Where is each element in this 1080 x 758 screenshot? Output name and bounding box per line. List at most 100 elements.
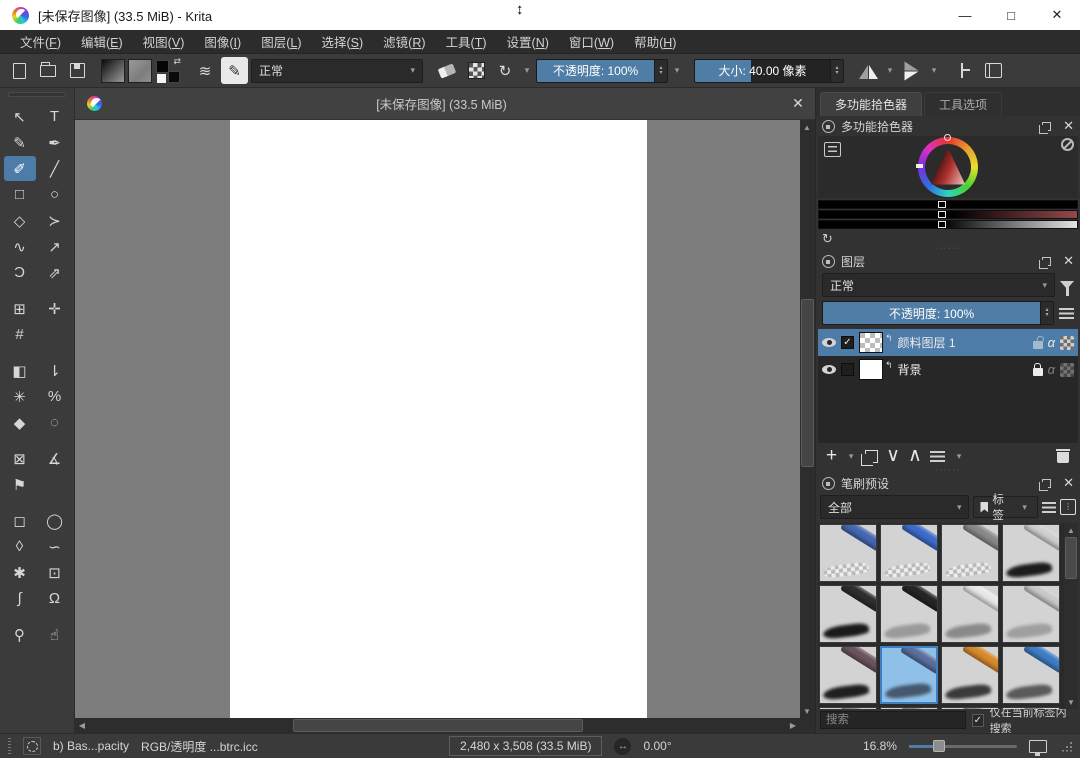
edit-brush-settings-button[interactable]: ✎ [221,57,248,84]
horizontal-scroll-thumb[interactable] [293,719,583,732]
canvas-page[interactable] [230,120,647,718]
brush-preset-fine-pen[interactable] [941,585,999,643]
canvas-rotation-icon[interactable]: ↔ [614,738,631,755]
eraser-mode-button[interactable] [434,58,460,84]
opacity-dropdown-arrow[interactable]: ▾ [671,65,683,76]
add-layer-dropdown-arrow[interactable]: ▾ [845,451,857,462]
tool-enclose-fill[interactable]: ◌ [39,410,71,435]
float-docker-icon[interactable] [1042,122,1051,131]
tool-bezier-select[interactable]: ∫ [4,586,36,611]
tab-tool-options[interactable]: 工具选项 [924,92,1002,116]
menu-item-select[interactable]: 选择(S) [311,30,373,53]
trim-to-image-button[interactable] [951,58,977,84]
tool-ellipse[interactable]: ○ [39,182,71,207]
tag-button[interactable]: 标签 ▾ [973,496,1037,518]
tool-rect-select[interactable]: ◻ [4,508,36,533]
menu-item-image[interactable]: 图像(I) [194,30,251,53]
canvas-only-mode-icon[interactable] [1029,740,1047,753]
preset-display-menu-icon[interactable] [1042,502,1057,513]
tool-polygon[interactable]: ◇ [4,208,36,233]
layer-properties-button[interactable] [930,451,945,462]
pattern-chooser-button[interactable] [128,59,152,83]
preset-scrollbar[interactable]: ▲ ▼ [1064,523,1078,709]
mirror-horizontal-button[interactable] [855,58,881,84]
tool-magnetic-select[interactable]: Ω [39,586,71,611]
layer-locked-icon[interactable] [1033,368,1043,376]
layer-opacity-slider[interactable]: 不透明度: 100% ▴▾ [822,301,1054,325]
tool-contiguous-select[interactable]: ✱ [4,560,36,585]
maximize-button[interactable]: □ [988,0,1034,30]
scroll-left-arrow[interactable]: ◀ [75,719,89,733]
tool-move[interactable]: ✛ [39,296,71,321]
color-selector-settings-icon[interactable] [824,142,841,157]
brush-preset-pencil-blue[interactable] [1002,646,1060,704]
docker-lock-icon[interactable] [822,477,835,490]
canvas-horizontal-scrollbar[interactable]: ◀ ▶ [75,718,800,733]
canvas-vertical-scrollbar[interactable]: ▲ ▼ [800,120,815,718]
choose-brush-preset-button[interactable]: ≋ [192,58,218,84]
brush-size-slider[interactable]: 大小: 40.00 像素 ▴▾ [694,59,844,83]
layer-filter-icon[interactable] [1060,281,1074,289]
tool-similar-select[interactable]: ⊡ [39,560,71,585]
open-document-button[interactable] [35,58,61,84]
preset-scroll-thumb[interactable] [1065,537,1077,579]
reload-original-preset-button[interactable]: ↻ [492,58,518,84]
tool-color-sampler[interactable]: ⇂ [39,358,71,383]
document-close-button[interactable]: ✕ [781,95,815,112]
tool-freehand-path[interactable]: ↗ [39,234,71,259]
reload-dropdown-arrow[interactable]: ▾ [521,65,533,76]
brush-preset-eraser-block[interactable] [819,524,877,582]
preset-search-input[interactable] [820,711,966,729]
tool-smart-patch[interactable]: ✳ [4,384,36,409]
layer-name[interactable]: 颜料图层 1 [898,334,1028,351]
layer-properties-dropdown-arrow[interactable]: ▾ [953,451,965,462]
tool-rectangle[interactable]: □ [4,182,36,207]
opacity-slider[interactable]: 不透明度: 100% ▴▾ [536,59,668,83]
tool-crop[interactable]: # [4,322,36,347]
layer-name[interactable]: 背景 [898,361,1028,378]
alpha-lock-icon[interactable]: α [1048,362,1055,377]
tool-freehand-brush[interactable]: ✐ [4,156,36,181]
delete-layer-button[interactable] [1056,449,1070,463]
tool-polyline[interactable]: ≻ [39,208,71,233]
close-docker-icon[interactable]: ✕ [1063,253,1074,269]
tool-gradient[interactable]: ◧ [4,358,36,383]
color-profile-label[interactable]: RGB/透明度 ...btrc.icc [141,738,258,755]
brush-preset-preset-16[interactable] [1002,707,1060,709]
layer-checkbox[interactable] [841,363,854,376]
tool-select-shapes[interactable]: ↖ [4,104,36,129]
canvas-viewport[interactable] [75,120,800,718]
current-brush-name[interactable]: b) Bas...pacity [53,739,129,753]
layer-thumbnail[interactable] [859,359,883,380]
layer-visibility-icon[interactable] [822,338,836,347]
layer-row-paint-layer-1[interactable]: ✓ ↰ 颜料图层 1 α [818,329,1078,356]
menu-item-window[interactable]: 窗口(W) [559,30,624,53]
brush-preset-detail-brush[interactable] [941,646,999,704]
scroll-down-arrow[interactable]: ▼ [1064,695,1078,709]
tool-text[interactable]: T [39,104,71,129]
brush-preset-preset-15[interactable] [941,707,999,709]
mirror-vertical-dropdown-arrow[interactable]: ▾ [928,65,940,76]
vertical-scroll-thumb[interactable] [801,299,814,466]
tool-bezier-curve[interactable]: ∿ [4,234,36,259]
layer-blending-mode-combobox[interactable]: 正常 ▾ [822,273,1055,297]
add-layer-button[interactable]: + [826,447,837,465]
tool-ellipse-select[interactable]: ◯ [39,508,71,533]
brush-preset-paintbrush-dark[interactable] [819,646,877,704]
move-layer-up-button[interactable]: ∧ [908,447,922,465]
mirror-vertical-button[interactable] [899,58,925,84]
brush-preset-eraser-soft[interactable] [880,524,938,582]
scroll-up-arrow[interactable]: ▲ [800,120,814,134]
search-current-tag-checkbox[interactable]: ✓ [972,714,984,727]
tool-pan[interactable]: ☝ [39,622,71,647]
tool-zoom[interactable]: ⚲ [4,622,36,647]
mirror-horizontal-dropdown-arrow[interactable]: ▾ [884,65,896,76]
layer-visibility-icon[interactable] [822,365,836,374]
preserve-alpha-button[interactable] [463,58,489,84]
zoom-slider-knob[interactable] [933,740,945,752]
toolbox-drag-handle[interactable] [0,88,74,100]
window-resize-grip[interactable] [1061,741,1072,752]
tool-transform[interactable]: ⊞ [4,296,36,321]
tool-reference-images[interactable]: ⚑ [4,472,36,497]
brush-preset-wet-brush[interactable] [880,646,938,704]
